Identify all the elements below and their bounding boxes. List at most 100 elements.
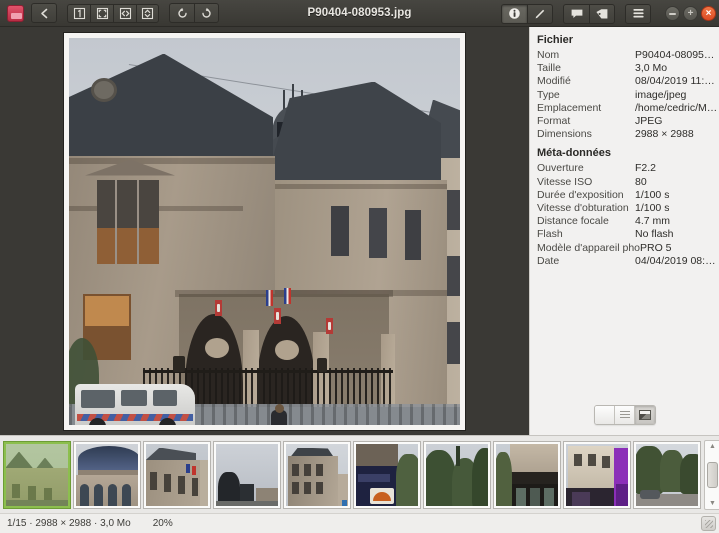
titlebar: P90404-080953.jpg + × <box>0 0 719 27</box>
comment-button[interactable] <box>563 3 589 24</box>
view-mode-thumbnail[interactable] <box>635 406 655 424</box>
fence-post-cap <box>317 357 327 372</box>
thumb-window <box>602 455 610 468</box>
thumbnail-9[interactable] <box>564 441 630 508</box>
thumbnail-filmstrip[interactable]: ▲ ▼ <box>0 435 719 513</box>
meta-row-ouverture: Ouverture F2.2 <box>530 162 719 175</box>
resize-grip-icon[interactable] <box>701 516 716 531</box>
thumbnail-6[interactable] <box>354 441 420 508</box>
thumb-window <box>292 463 299 476</box>
thumb-shop-window <box>572 491 590 506</box>
window <box>331 205 349 256</box>
info-button[interactable] <box>501 3 527 24</box>
file-row-type-key: Type <box>537 88 560 101</box>
window-lit <box>97 227 159 264</box>
file-row-dimensions-key: Dimensions <box>537 128 592 141</box>
file-row-emplacement-key: Emplacement <box>537 101 602 114</box>
zoom-fit-width-button[interactable] <box>113 3 136 23</box>
back-button[interactable] <box>31 3 57 23</box>
window <box>369 207 387 258</box>
window-mullion <box>115 179 117 264</box>
file-section-title: Fichier <box>537 34 574 46</box>
window-controls: + × <box>662 6 716 21</box>
menu-button[interactable] <box>625 3 651 24</box>
thumb-window <box>316 481 323 494</box>
meta-row-iso-value: 80 <box>635 175 647 188</box>
scrollbar-thumb[interactable] <box>707 461 718 488</box>
thumbnail-2[interactable] <box>74 441 140 508</box>
window <box>447 321 460 364</box>
tag-button[interactable] <box>589 3 615 24</box>
file-row-nom: Nom P90404-080953.jpg <box>530 49 719 62</box>
file-row-modifie-value: 08/04/2019 11:51:16 <box>635 75 719 88</box>
photo-viewer-image[interactable] <box>64 32 465 430</box>
metadata-section-title: Méta-données <box>537 147 611 160</box>
thumb-glass-dome <box>78 445 138 472</box>
thumb-window <box>292 481 299 494</box>
edit-button[interactable] <box>527 3 553 24</box>
thumbnail-1[interactable] <box>4 441 70 508</box>
photo-viewer-window: P90404-080953.jpg + × Fichier Nom P90404… <box>0 0 719 533</box>
thumbnail-8[interactable] <box>494 441 560 508</box>
meta-row-modele-key: Modèle d'appareil photo <box>537 241 640 254</box>
thumb-arch-window <box>80 483 89 506</box>
meta-row-exposition-key: Durée d'exposition <box>537 188 624 201</box>
file-row-format: Format JPEG <box>530 115 719 128</box>
file-row-modifie: Modifié 08/04/2019 11:51:16 <box>530 75 719 88</box>
rotate-right-button[interactable] <box>194 3 219 23</box>
zoom-fit-button[interactable] <box>90 3 113 23</box>
thumbnail-4[interactable] <box>214 441 280 508</box>
meta-row-focale: Distance focale 4.7 mm <box>530 215 719 228</box>
close-button[interactable]: × <box>701 6 716 21</box>
view-mode-list[interactable] <box>615 406 635 424</box>
city-flag <box>274 307 281 324</box>
police-van <box>75 383 195 425</box>
meta-row-date: Date 04/04/2019 08:09:53 <box>530 255 719 268</box>
status-image-info: 1/15 · 2988 × 2988 · 3,0 Mo <box>7 518 131 529</box>
thumbnail-5[interactable] <box>284 441 350 508</box>
meta-row-modele: Modèle d'appareil photo PRO 5 <box>530 242 719 255</box>
thumbnail-10[interactable] <box>634 441 700 508</box>
van-window <box>121 389 147 406</box>
meta-row-flash-value: No flash <box>635 228 674 241</box>
meta-row-obturation-value: 1/100 s <box>635 202 670 215</box>
minimize-button[interactable] <box>665 6 680 21</box>
image-viewer-area[interactable] <box>0 27 529 435</box>
roof-oculus <box>91 77 117 102</box>
file-row-format-value: JPEG <box>635 115 663 128</box>
meta-row-ouverture-key: Ouverture <box>537 162 584 175</box>
meta-row-obturation: Vitesse d'obturation 1/100 s <box>530 202 719 215</box>
thumb-awning <box>510 471 558 484</box>
medallion <box>275 339 299 360</box>
maximize-button[interactable]: + <box>683 6 698 21</box>
meta-row-exposition-value: 1/100 s <box>635 188 670 201</box>
thumb-branch <box>456 445 460 466</box>
meta-row-flash-key: Flash <box>537 228 563 241</box>
thumbnail-7[interactable] <box>424 441 490 508</box>
app-icon[interactable] <box>7 4 24 22</box>
filmstrip-scrollbar[interactable]: ▲ ▼ <box>704 439 719 510</box>
file-row-taille-value: 3,0 Mo <box>635 62 668 75</box>
list-lines-icon <box>619 411 630 419</box>
tower-spike <box>283 89 285 110</box>
scroll-up-icon[interactable]: ▲ <box>709 443 716 450</box>
window <box>447 189 460 230</box>
window-glow <box>85 295 129 326</box>
thumb-window <box>192 477 198 496</box>
zoom-actual-size-button[interactable] <box>67 3 90 23</box>
thumb-flag <box>192 465 196 475</box>
scroll-down-icon[interactable]: ▼ <box>709 500 716 507</box>
file-row-format-key: Format <box>537 115 571 128</box>
zoom-fit-height-button[interactable] <box>136 3 159 23</box>
meta-row-focale-value: 4.7 mm <box>635 215 671 228</box>
cyclist-head <box>275 403 284 413</box>
thumb-awning-band <box>358 473 390 482</box>
thumb-arch-window <box>108 483 117 506</box>
thumb-window <box>316 463 323 476</box>
thumb-arch-window <box>94 483 103 506</box>
rotate-left-button[interactable] <box>169 3 194 23</box>
thumbnail-3[interactable] <box>144 441 210 508</box>
view-mode-none[interactable] <box>595 406 615 424</box>
thumb-window <box>574 453 582 466</box>
meta-row-iso: Vitesse ISO 80 <box>530 176 719 189</box>
